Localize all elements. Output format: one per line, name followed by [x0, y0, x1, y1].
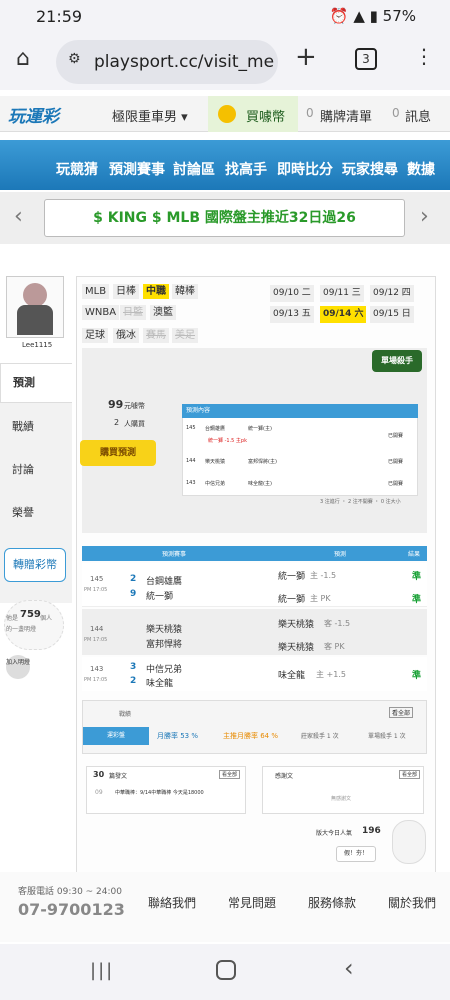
date-tab-active[interactable]: 09/14 六 — [320, 306, 367, 323]
nav-item[interactable]: 預測賽事 — [109, 159, 165, 179]
nav-item[interactable]: 數據 — [407, 159, 435, 179]
recent-apps-icon[interactable]: ||| — [90, 960, 114, 981]
address-bar[interactable]: ⚙ playsport.cc/visit_mem — [56, 40, 278, 84]
footer-link-terms[interactable]: 服務條款 — [308, 894, 356, 911]
system-nav-bar: ||| ‹ — [0, 944, 450, 1000]
menu-icon[interactable]: ⋮ — [414, 44, 434, 68]
side-tab-record[interactable]: 戰績 — [12, 418, 34, 434]
browser-toolbar: ⌂ ⚙ playsport.cc/visit_mem + 3 ⋮ — [0, 34, 450, 90]
record-more-button[interactable]: 看全部 — [389, 707, 414, 718]
back-icon[interactable]: ‹ — [344, 954, 354, 982]
visitor-count: 759 — [20, 609, 41, 620]
record-card: 戰績 看全部 運彩盤 月勝率 53 % 主推月勝率 64 % 莊家殺手 1 次 … — [82, 700, 427, 754]
record-tab-active[interactable]: 運彩盤 — [83, 727, 149, 745]
posts-card: 30 篇發文 看全部 09 中華職棒：9/14中華職棒 今天是18000 — [86, 766, 246, 814]
status-bar: 21:59 ⏰ ▲ ▮ 57% — [0, 0, 450, 34]
date-tab[interactable]: 09/10 二 — [270, 285, 314, 302]
nav-item[interactable]: 玩家搜尋 — [342, 159, 398, 179]
mascot-icon — [392, 820, 426, 864]
coin-icon — [218, 105, 236, 123]
killer-badge: 單場殺手 — [372, 350, 422, 372]
prev-arrow-icon[interactable]: ‹ — [14, 204, 23, 229]
date-tab[interactable]: 09/15 日 — [370, 306, 414, 323]
tab-count-button[interactable]: 3 — [355, 48, 377, 70]
user-menu[interactable]: 極限重車男 ▾ — [112, 106, 188, 125]
footer: 客服電話 09:30 ~ 24:00 07-9700123 聯絡我們 常見問題 … — [0, 872, 450, 942]
table-row[interactable]: 145 PM 17:05 2 台鋼雄鷹 9 統一獅 統一獅 主 -1.5 準 統… — [82, 563, 427, 607]
sport-chip[interactable]: 澳籃 — [150, 305, 176, 320]
today-count: 196 — [362, 826, 381, 836]
thanks-card: 感謝文 看全部 無感謝文 — [262, 766, 424, 814]
footer-link-about[interactable]: 關於我們 — [388, 894, 436, 911]
sport-chip[interactable]: WNBA — [82, 305, 120, 320]
avatar[interactable] — [6, 276, 64, 338]
nav-item[interactable]: 找高手 — [225, 159, 267, 179]
messages-link[interactable]: 訊息 — [405, 106, 431, 125]
username: Lee1115 — [22, 341, 53, 349]
nav-item[interactable]: 玩競猜 — [56, 159, 98, 179]
nav-item[interactable]: 即時比分 — [277, 159, 333, 179]
battery-indicator: ⏰ ▲ ▮ 57% — [329, 7, 416, 25]
sport-chip-disabled: 賽馬 — [143, 328, 169, 343]
buy-coins-button[interactable]: 買噱幣 — [208, 96, 298, 132]
post-item[interactable]: 中華職棒：9/14中華職棒 今天是18000 — [115, 789, 215, 796]
new-tab-icon[interactable]: + — [295, 42, 317, 72]
posts-more-button[interactable]: 看全部 — [219, 770, 241, 779]
main-nav: 玩競猜 預測賽事 討論區 找高手 即時比分 玩家搜尋 數據 — [0, 140, 450, 190]
cart-link[interactable]: 購牌清單 — [320, 106, 372, 125]
url-text: playsport.cc/visit_mem — [94, 52, 274, 72]
side-tab-predict[interactable]: 預測 — [0, 363, 72, 403]
next-arrow-icon[interactable]: › — [420, 204, 429, 229]
thanks-more-button[interactable]: 看全部 — [399, 770, 421, 779]
phone-number[interactable]: 07-9700123 — [18, 900, 125, 919]
home-icon[interactable]: ⌂ — [16, 46, 30, 71]
table-header: 預測賽事 預測 結果 — [82, 546, 427, 561]
sport-chip-active[interactable]: 中職 — [143, 284, 169, 299]
side-tab-honor[interactable]: 榮譽 — [12, 504, 34, 520]
footer-link-contact[interactable]: 聯絡我們 — [148, 894, 196, 911]
price-value: 99 — [108, 398, 124, 411]
home-nav-icon[interactable] — [216, 960, 236, 980]
footer-link-faq[interactable]: 常見問題 — [228, 894, 276, 911]
sport-chip[interactable]: 韓棒 — [172, 284, 198, 299]
sport-chip[interactable]: MLB — [82, 284, 110, 299]
site-settings-icon[interactable]: ⚙ — [68, 51, 81, 67]
gift-coins-button[interactable]: 轉贈彩幣 — [4, 548, 66, 582]
side-tab-discuss[interactable]: 討論 — [12, 461, 34, 477]
buy-predict-button[interactable]: 購買預測 — [80, 440, 156, 466]
sport-chip-disabled: 日籃 — [120, 305, 146, 320]
date-tab[interactable]: 09/12 四 — [370, 285, 414, 302]
clock: 21:59 — [36, 7, 83, 26]
sport-chip-disabled: 美足 — [172, 328, 198, 343]
nav-item[interactable]: 討論區 — [173, 159, 215, 179]
sport-chip[interactable]: 足球 — [82, 328, 108, 343]
promo-banner[interactable]: $ KING $ MLB 國際盤主推近32日過26 — [44, 199, 405, 237]
table-row[interactable]: 143 PM 17:05 3 中信兄弟 2 味全龍 味全龍 主 +1.5 準 — [82, 657, 427, 691]
sport-chip[interactable]: 俄冰 — [113, 328, 139, 343]
site-logo[interactable]: 玩運彩 — [8, 102, 59, 127]
date-tab[interactable]: 09/11 三 — [320, 285, 364, 302]
date-tab[interactable]: 09/13 五 — [270, 306, 314, 323]
join-light-button[interactable]: 加入明燈 — [6, 655, 30, 679]
promo-carousel: ‹ $ KING $ MLB 國際盤主推近32日過26 › — [0, 192, 450, 244]
site-header: 玩運彩 極限重車男 ▾ 買噱幣 0 購牌清單 0 訊息 — [0, 96, 450, 132]
like-button[interactable]: 假！夯！ — [336, 846, 376, 862]
table-row[interactable]: 144 PM 17:05 樂天桃猿 富邦悍將 樂天桃猿 客 -1.5 樂天桃猿 … — [82, 609, 427, 655]
sport-chip[interactable]: 日棒 — [113, 284, 139, 299]
